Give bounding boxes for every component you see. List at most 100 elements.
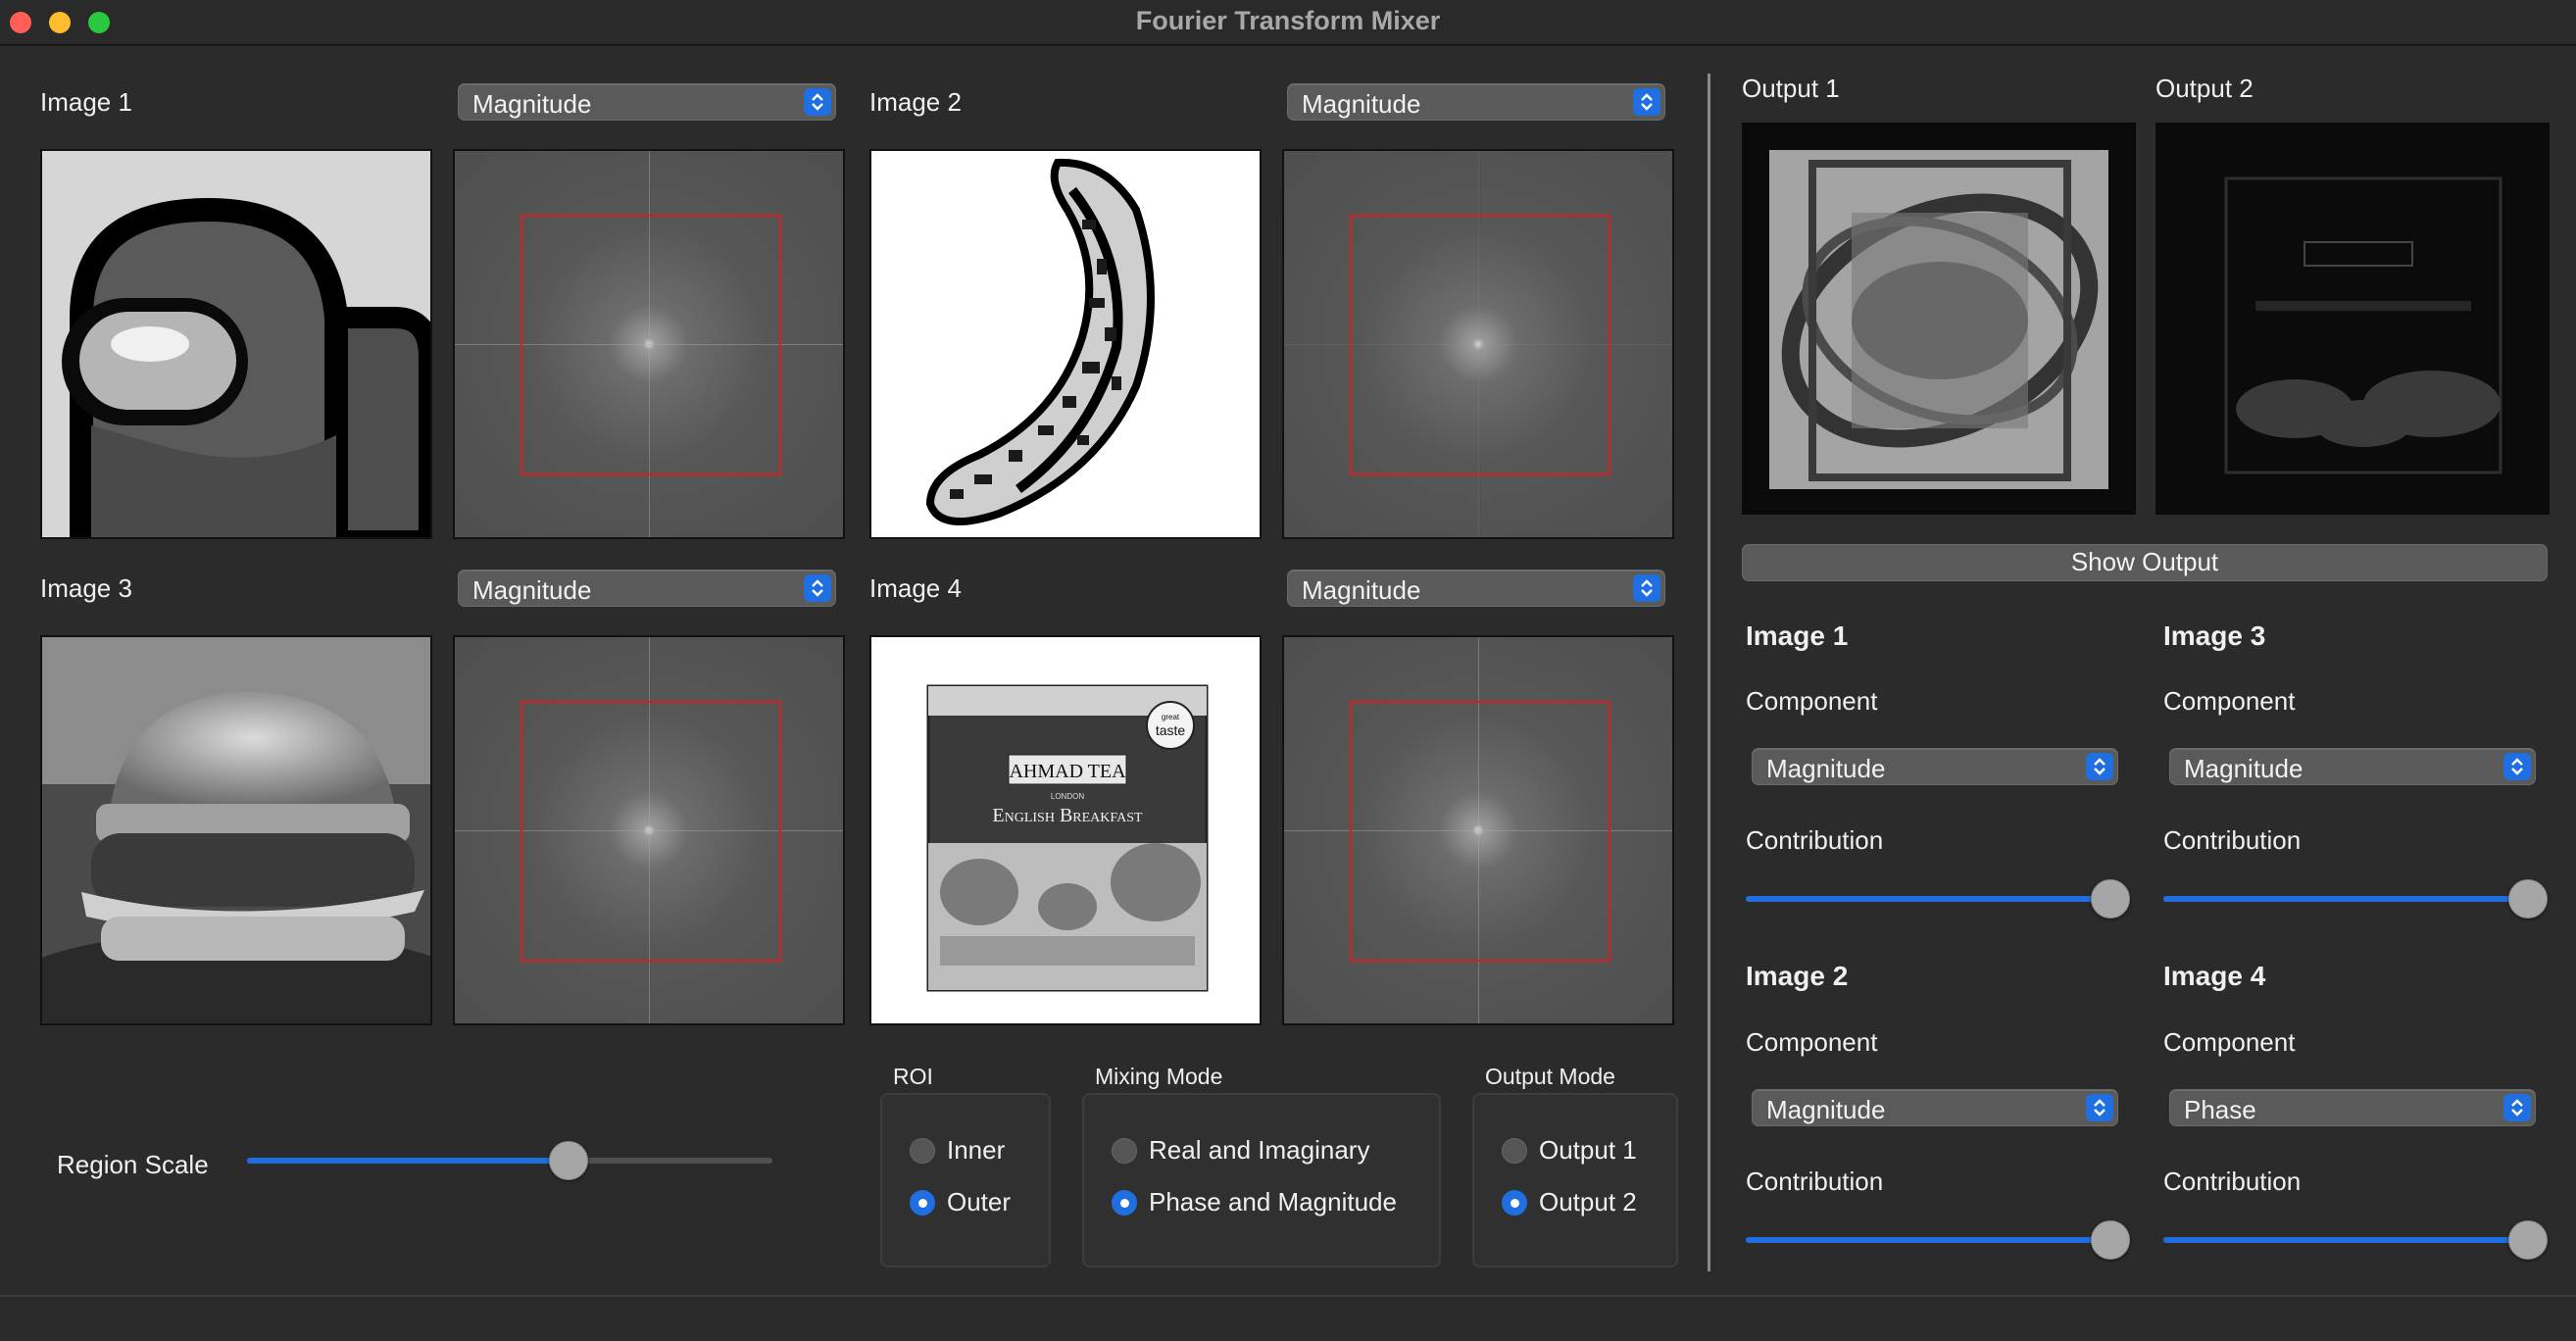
image-4-preview[interactable]: AHMAD TEA LONDON English Breakfast great… bbox=[869, 635, 1262, 1025]
image-2-label: Image 2 bbox=[869, 87, 962, 117]
image-4-component-value: Magnitude bbox=[1302, 575, 1421, 605]
panel-divider bbox=[1708, 74, 1710, 1271]
mixer-image-1-contribution-slider[interactable] bbox=[1746, 879, 2130, 919]
mixer-image-4-contribution-knob[interactable] bbox=[2508, 1220, 2548, 1260]
chevron-updown-icon bbox=[2086, 1094, 2113, 1121]
mixer-image-3-component-label: Component bbox=[2163, 686, 2296, 716]
roi-group: Inner Outer bbox=[880, 1093, 1051, 1267]
roi-rectangle[interactable] bbox=[520, 215, 781, 475]
mixer-image-1-contribution-label: Contribution bbox=[1746, 825, 1884, 855]
mixer-image-1-contribution-knob[interactable] bbox=[2091, 879, 2130, 919]
window-title: Fourier Transform Mixer bbox=[1135, 6, 1441, 35]
output-1-view[interactable] bbox=[1742, 123, 2136, 515]
output-2-radio-label[interactable]: Output 2 bbox=[1539, 1187, 1637, 1217]
image-2-preview[interactable] bbox=[869, 149, 1262, 539]
mixer-image-2-component-label: Component bbox=[1746, 1027, 1878, 1057]
image-1-fft-view[interactable] bbox=[453, 149, 845, 539]
image-3-component-value: Magnitude bbox=[472, 575, 592, 605]
chevron-updown-icon bbox=[1633, 574, 1660, 602]
mixer-image-4-contribution-label: Contribution bbox=[2163, 1167, 2302, 1196]
tea-brand-text: AHMAD TEA bbox=[1009, 761, 1126, 782]
mixer-image-3-contribution-slider[interactable] bbox=[2163, 879, 2548, 919]
output-2-view[interactable] bbox=[2155, 123, 2550, 515]
chevron-updown-icon bbox=[804, 88, 831, 116]
mixing-real-imag-label[interactable]: Real and Imaginary bbox=[1149, 1135, 1369, 1166]
mixer-image-3-component-select[interactable]: Magnitude bbox=[2169, 748, 2536, 785]
output-1-radio[interactable] bbox=[1502, 1138, 1527, 1164]
image-3-preview[interactable] bbox=[40, 635, 432, 1025]
region-scale-knob[interactable] bbox=[548, 1141, 588, 1180]
tea-city-text: LONDON bbox=[1051, 792, 1084, 801]
roi-outer-label[interactable]: Outer bbox=[947, 1187, 1011, 1217]
mixer-image-4-contribution-fill bbox=[2163, 1237, 2528, 1243]
mixer-image-4-component-label: Component bbox=[2163, 1027, 2296, 1057]
mixer-image-2-contribution-slider[interactable] bbox=[1746, 1220, 2130, 1260]
image-4-fft-view[interactable] bbox=[1282, 635, 1674, 1025]
image-4-component-select[interactable]: Magnitude bbox=[1287, 570, 1665, 607]
roi-rectangle[interactable] bbox=[1350, 701, 1610, 962]
mixer-image-4-contribution-slider[interactable] bbox=[2163, 1220, 2548, 1260]
mixer-image-2-component-select[interactable]: Magnitude bbox=[1752, 1089, 2118, 1126]
crewmate-image bbox=[42, 151, 430, 537]
output-mode-group-title: Output Mode bbox=[1485, 1064, 1615, 1089]
burger-image bbox=[42, 637, 430, 1023]
tea-badge-top-text: great bbox=[1162, 713, 1180, 721]
image-1-label: Image 1 bbox=[40, 87, 132, 117]
image-3-fft-view[interactable] bbox=[453, 635, 845, 1025]
mixer-image-3-title: Image 3 bbox=[2163, 621, 2266, 651]
mixer-image-1-contribution-fill bbox=[1746, 896, 2110, 902]
image-3-label: Image 3 bbox=[40, 573, 132, 603]
title-bar: Fourier Transform Mixer bbox=[0, 0, 2576, 45]
output-2-radio[interactable] bbox=[1502, 1190, 1527, 1216]
image-1-preview[interactable] bbox=[40, 149, 432, 539]
chevron-updown-icon bbox=[1633, 88, 1660, 116]
mixer-image-2-contribution-knob[interactable] bbox=[2091, 1220, 2130, 1260]
mixing-mode-group: Real and Imaginary Phase and Magnitude bbox=[1082, 1093, 1441, 1267]
roi-rectangle[interactable] bbox=[1350, 215, 1610, 475]
roi-inner-label[interactable]: Inner bbox=[947, 1135, 1005, 1166]
mixing-real-imag-radio[interactable] bbox=[1112, 1138, 1137, 1164]
image-2-component-value: Magnitude bbox=[1302, 89, 1421, 119]
image-1-component-select[interactable]: Magnitude bbox=[458, 83, 836, 121]
image-2-fft-view[interactable] bbox=[1282, 149, 1674, 539]
tea-product-text: English Breakfast bbox=[992, 805, 1143, 826]
mixer-image-1-component-select[interactable]: Magnitude bbox=[1752, 748, 2118, 785]
tea-box-image: AHMAD TEA LONDON English Breakfast great… bbox=[871, 637, 1260, 1023]
output-2-image bbox=[2157, 124, 2548, 513]
output-1-image bbox=[1744, 124, 2134, 513]
chevron-updown-icon bbox=[804, 574, 831, 602]
mixer-image-1-component-value: Magnitude bbox=[1766, 754, 1886, 783]
mixing-phase-mag-label[interactable]: Phase and Magnitude bbox=[1149, 1187, 1397, 1217]
roi-inner-radio[interactable] bbox=[910, 1138, 935, 1164]
mixer-image-3-contribution-label: Contribution bbox=[2163, 825, 2302, 855]
status-bar bbox=[0, 1295, 2576, 1341]
roi-outer-radio[interactable] bbox=[910, 1190, 935, 1216]
output-1-radio-label[interactable]: Output 1 bbox=[1539, 1135, 1637, 1166]
image-4-label: Image 4 bbox=[869, 573, 962, 603]
mixer-image-3-contribution-fill bbox=[2163, 896, 2528, 902]
image-3-component-select[interactable]: Magnitude bbox=[458, 570, 836, 607]
chevron-updown-icon bbox=[2503, 1094, 2531, 1121]
image-1-component-value: Magnitude bbox=[472, 89, 592, 119]
roi-group-title: ROI bbox=[893, 1064, 933, 1089]
output-2-label: Output 2 bbox=[2155, 74, 2254, 103]
region-scale-fill bbox=[247, 1158, 569, 1164]
main-panel: Image 1 Magnitude Image 2 Magnitude Imag… bbox=[0, 46, 2576, 1295]
mixer-image-2-component-value: Magnitude bbox=[1766, 1095, 1886, 1124]
roi-rectangle[interactable] bbox=[520, 701, 781, 962]
output-1-label: Output 1 bbox=[1742, 74, 1840, 103]
mixing-phase-mag-radio[interactable] bbox=[1112, 1190, 1137, 1216]
banana-image bbox=[871, 151, 1260, 537]
chevron-updown-icon bbox=[2086, 753, 2113, 780]
mixer-image-2-contribution-fill bbox=[1746, 1237, 2110, 1243]
region-scale-slider[interactable] bbox=[247, 1141, 772, 1180]
mixer-image-3-contribution-knob[interactable] bbox=[2508, 879, 2548, 919]
mixer-image-1-component-label: Component bbox=[1746, 686, 1878, 716]
mixer-image-2-contribution-label: Contribution bbox=[1746, 1167, 1884, 1196]
image-2-component-select[interactable]: Magnitude bbox=[1287, 83, 1665, 121]
mixer-image-2-title: Image 2 bbox=[1746, 961, 1849, 991]
mixer-image-4-title: Image 4 bbox=[2163, 961, 2266, 991]
show-output-button[interactable]: Show Output bbox=[1742, 544, 2548, 581]
mixer-image-4-component-select[interactable]: Phase bbox=[2169, 1089, 2536, 1126]
chevron-updown-icon bbox=[2503, 753, 2531, 780]
